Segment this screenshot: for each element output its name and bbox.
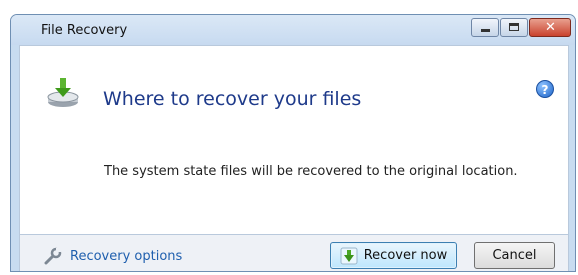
help-icon[interactable]: ? <box>536 80 554 98</box>
close-button[interactable]: ✕ <box>529 18 571 37</box>
title-bar[interactable]: File Recovery ✕ <box>11 15 575 45</box>
recovery-options-link[interactable]: Recovery options <box>44 247 182 265</box>
window-title: File Recovery <box>41 23 128 38</box>
recovery-options-label: Recovery options <box>70 248 183 264</box>
window-controls: ✕ <box>471 18 571 37</box>
recover-now-label: Recover now <box>363 248 448 263</box>
wrench-icon <box>44 247 62 265</box>
cancel-button[interactable]: Cancel <box>474 242 555 269</box>
download-drive-icon <box>47 78 79 107</box>
content-panel: Where to recover your files ? The system… <box>19 45 569 235</box>
footer-bar: Recovery options Recover now Cancel <box>19 235 569 271</box>
maximize-button[interactable] <box>500 18 528 37</box>
recover-now-button[interactable]: Recover now <box>330 242 457 269</box>
green-down-arrow-icon <box>340 247 358 264</box>
cancel-label: Cancel <box>492 248 537 263</box>
recovery-message: The system state files will be recovered… <box>104 164 518 179</box>
minimize-icon <box>481 29 490 32</box>
maximize-icon <box>509 23 519 31</box>
close-icon: ✕ <box>545 20 556 35</box>
minimize-button[interactable] <box>471 18 499 37</box>
file-recovery-window: File Recovery ✕ Where to recover your fi… <box>10 14 576 272</box>
page-heading: Where to recover your files <box>103 88 362 110</box>
